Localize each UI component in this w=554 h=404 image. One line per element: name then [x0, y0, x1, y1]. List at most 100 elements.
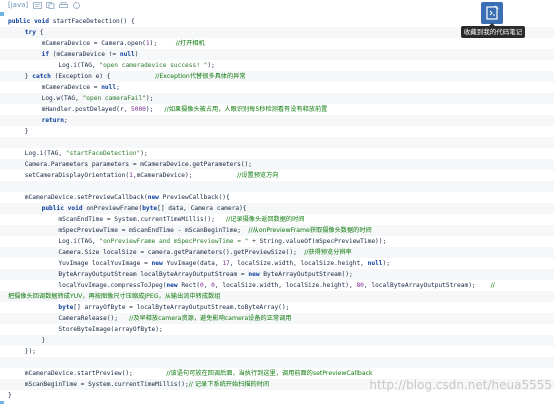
code-token: 5000	[131, 106, 146, 113]
code-token: "open cameraFail"	[82, 95, 146, 102]
code-token: return	[41, 117, 64, 124]
code-token: PreviewCallback(){	[162, 194, 230, 201]
code-token: new	[248, 271, 264, 278]
code-line: mCameraDevice = Camera.open(1); //打开相机	[0, 38, 554, 49]
code-token: //如果摄像头被占用，人眼识别每5秒检测看有没有释放前置	[164, 106, 328, 113]
code-token: "startFaceDetection"	[65, 150, 141, 157]
code-token: 17	[222, 260, 230, 267]
code-token: 把摄像头回调数据转成YUV，再按图像尺寸压缩成JPEG，从输出流中转成数组	[8, 293, 221, 300]
code-token: Camera.Size localSize = camera.getParame…	[58, 249, 305, 256]
code-token: );	[382, 260, 390, 267]
copy-icon[interactable]	[46, 2, 55, 9]
code-token: {	[39, 29, 44, 36]
print-icon[interactable]	[59, 2, 68, 9]
code-token: // 记录下系统开始扫描的时间	[188, 381, 270, 388]
code-line: byte[] arrayOfByte = localByteArrayOutpu…	[0, 302, 554, 313]
code-line	[0, 357, 554, 368]
code-token: mCameraDevice =	[41, 84, 102, 91]
code-token: 80	[356, 282, 364, 289]
code-token: }	[8, 392, 12, 399]
collect-tooltip: 收藏到我的代码笔记	[461, 23, 525, 38]
code-token: );	[207, 62, 215, 69]
code-token: Camera.Parameters parameters = mCameraDe…	[24, 161, 253, 168]
code-token: ByteArrayOutputStream localByteArrayOutp…	[58, 271, 249, 278]
code-line: YuvImage localYuvImage = new YuvImage(da…	[0, 258, 554, 269]
code-token: byte	[142, 205, 158, 212]
code-token: );	[149, 40, 176, 47]
collect-code-button[interactable]	[481, 2, 503, 24]
code-token: mHandler.postDelayed(r,	[41, 106, 131, 113]
help-icon[interactable]	[72, 2, 81, 9]
code-token: try	[24, 29, 40, 36]
code-token: , localSize.width, localSize.height,	[229, 260, 368, 267]
code-token: //该语句可放在回调后面，当执行到这里，调用前面的setPreviewCallb…	[166, 370, 373, 377]
code-token: mSpecPreviewTime = mScanEndTime - mScanB…	[58, 227, 249, 234]
code-line	[0, 181, 554, 192]
code-token: YuvImage localYuvImage =	[58, 260, 152, 267]
code-token: Log.i(TAG,	[24, 150, 66, 157]
code-line: mScanEndTime = System.currentTimeMillis(…	[0, 214, 554, 225]
code-line: Log.i(TAG, "open cameradevice success! "…	[0, 60, 554, 71]
code-token: //获得预览分辨率	[304, 249, 352, 256]
code-token: mCameraDevice = Camera.open(	[41, 40, 146, 47]
code-token: mCameraDevice.startPreview();	[24, 370, 167, 377]
code-token: Rect(	[181, 282, 200, 289]
code-token: new	[147, 194, 163, 201]
code-token: ,mCameraDevice);	[132, 172, 238, 179]
code-token: Log.w(TAG,	[41, 95, 83, 102]
code-token: (Exception e) {	[54, 73, 156, 80]
code-line: mHandler.postDelayed(r, 5000); //如果摄像头被占…	[0, 104, 554, 115]
code-token: YuvImage(data,	[166, 260, 223, 267]
code-token: //Exception代替很多具体的异常	[155, 73, 246, 80]
code-token: void	[67, 205, 87, 212]
code-token: StoreByteImage(arrayOfByte);	[58, 326, 163, 333]
code-token: mCameraDevice.setPreviewCallback(	[24, 194, 148, 201]
code-token: + String.valueOf(mSpecPreviewTime));	[248, 238, 387, 245]
code-token: , localByteArrayOutputStream);	[363, 282, 491, 289]
code-token: null	[101, 84, 117, 91]
code-token: );	[145, 106, 165, 113]
code-token: , localSize.width, localSize.height),	[214, 282, 357, 289]
code-token: }	[24, 128, 29, 135]
code-token: new	[166, 282, 182, 289]
code-line	[0, 137, 554, 148]
code-token: ByteArrayOutputStream();	[263, 271, 353, 278]
code-line: public void onPreviewFrame(byte[] data, …	[0, 203, 554, 214]
code-token: public	[41, 205, 68, 212]
code-token: )	[134, 51, 139, 58]
code-token: );	[140, 150, 148, 157]
code-token: ;	[63, 117, 68, 124]
code-line: CameraRelease(); //及早释放camera资源，避免影响came…	[0, 313, 554, 324]
code-block: public void startFaceDetection() { try { m…	[0, 12, 554, 404]
code-line: ByteArrayOutputStream localByteArrayOutp…	[0, 269, 554, 280]
code-line: }	[0, 335, 554, 346]
code-token: startFaceDetection() {	[52, 18, 135, 25]
code-token: //设置预览方向	[237, 172, 279, 179]
code-token: byte	[58, 304, 74, 311]
code-token: mScanBeginTime = System.currentTimeMilli…	[24, 381, 189, 388]
code-token: });	[24, 348, 36, 355]
code-token: Log.i(TAG,	[58, 238, 100, 245]
code-token: void	[34, 18, 53, 25]
code-token: (mCameraDevice !=	[52, 51, 120, 58]
code-line: 把摄像头回调数据转成YUV，再按图像尺寸压缩成JPEG，从输出流中转成数组	[0, 291, 554, 302]
code-token: ;	[116, 84, 120, 91]
code-token: CameraRelease();	[58, 315, 130, 322]
code-token: //	[490, 282, 495, 289]
code-token: setCameraDisplayOrientation(	[24, 172, 130, 179]
code-line: }	[0, 126, 554, 137]
code-token: public	[8, 18, 35, 25]
code-token: null	[367, 260, 383, 267]
code-token: "open cameradevice success! "	[99, 62, 208, 69]
code-token: new	[151, 260, 167, 267]
code-token: //从onPreviewFrame获取摄像头数据的时间	[248, 227, 372, 234]
code-line: Log.i(TAG, "startFaceDetection");	[0, 148, 554, 159]
code-toolbar: [java]	[0, 0, 554, 11]
code-token: [] arrayOfByte = localByteArrayOutputStr…	[73, 304, 290, 311]
code-token: localYuvImage.compressToJpeg(	[58, 282, 167, 289]
code-line: setCameraDisplayOrientation(1,mCameraDev…	[0, 170, 554, 181]
view-plain-icon[interactable]	[33, 2, 42, 9]
code-line: if (mCameraDevice != null)	[0, 49, 554, 60]
language-tag: [java]	[8, 1, 29, 9]
code-line: } catch (Exception e) { //Exception代替很多具…	[0, 71, 554, 82]
